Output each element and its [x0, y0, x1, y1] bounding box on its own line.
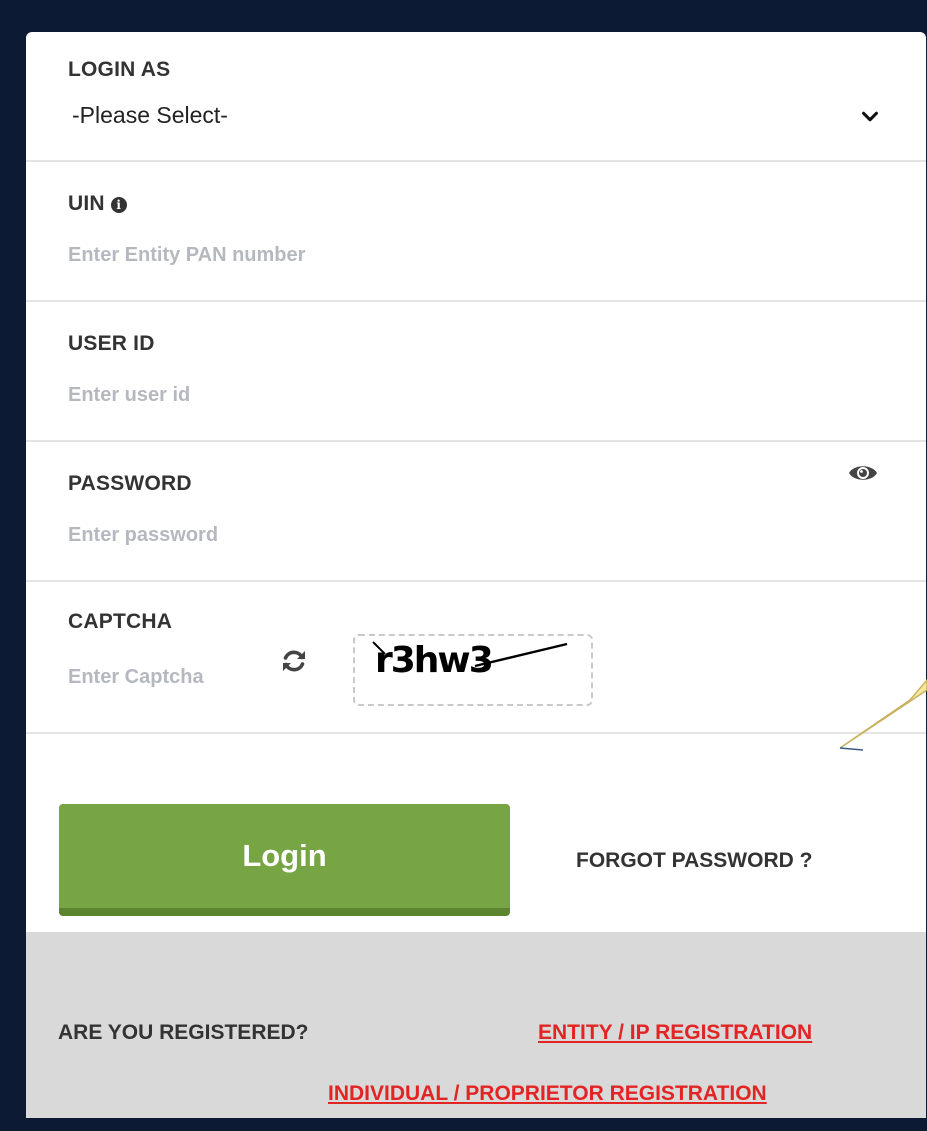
forgot-password-link[interactable]: FORGOT PASSWORD ?: [576, 849, 812, 873]
captcha-label: CAPTCHA: [68, 610, 173, 633]
password-label: PASSWORD: [68, 472, 192, 495]
uin-label-row: UIN i: [68, 192, 127, 216]
uin-section: UIN i Enter Entity PAN number: [26, 162, 926, 302]
login-as-label: LOGIN AS: [68, 58, 171, 81]
login-card: LOGIN AS -Please Select- UIN i Enter Enti…: [26, 32, 926, 1118]
login-as-section: LOGIN AS -Please Select-: [26, 32, 926, 162]
individual-proprietor-registration-link[interactable]: INDIVIDUAL / PROPRIETOR REGISTRATION: [328, 1082, 767, 1106]
password-section: PASSWORD Enter password: [26, 442, 926, 582]
password-input[interactable]: Enter password: [68, 524, 768, 547]
user-id-input[interactable]: Enter user id: [68, 384, 868, 407]
login-as-select[interactable]: -Please Select-: [26, 92, 926, 142]
user-id-section: USER ID Enter user id: [26, 302, 926, 442]
uin-label: UIN: [68, 192, 105, 215]
entity-ip-registration-link[interactable]: ENTITY / IP REGISTRATION: [538, 1021, 812, 1045]
registered-question: ARE YOU REGISTERED?: [58, 1021, 309, 1044]
login-button[interactable]: Login: [59, 804, 510, 916]
captcha-image: r3hw3: [353, 634, 593, 706]
eye-icon[interactable]: [848, 462, 878, 484]
captcha-noise-line: [372, 641, 568, 668]
refresh-icon[interactable]: [281, 648, 307, 674]
uin-input[interactable]: Enter Entity PAN number: [68, 244, 868, 267]
chevron-down-icon: [862, 111, 878, 122]
info-circle-icon[interactable]: i: [110, 197, 127, 213]
user-id-label: USER ID: [68, 332, 155, 355]
registration-footer: ARE YOU REGISTERED? ENTITY / IP REGISTRA…: [26, 932, 926, 1118]
captcha-section: CAPTCHA Enter Captcha r3hw3: [26, 582, 926, 734]
captcha-input[interactable]: Enter Captcha: [68, 666, 258, 689]
login-as-selected-value: -Please Select-: [72, 102, 228, 128]
